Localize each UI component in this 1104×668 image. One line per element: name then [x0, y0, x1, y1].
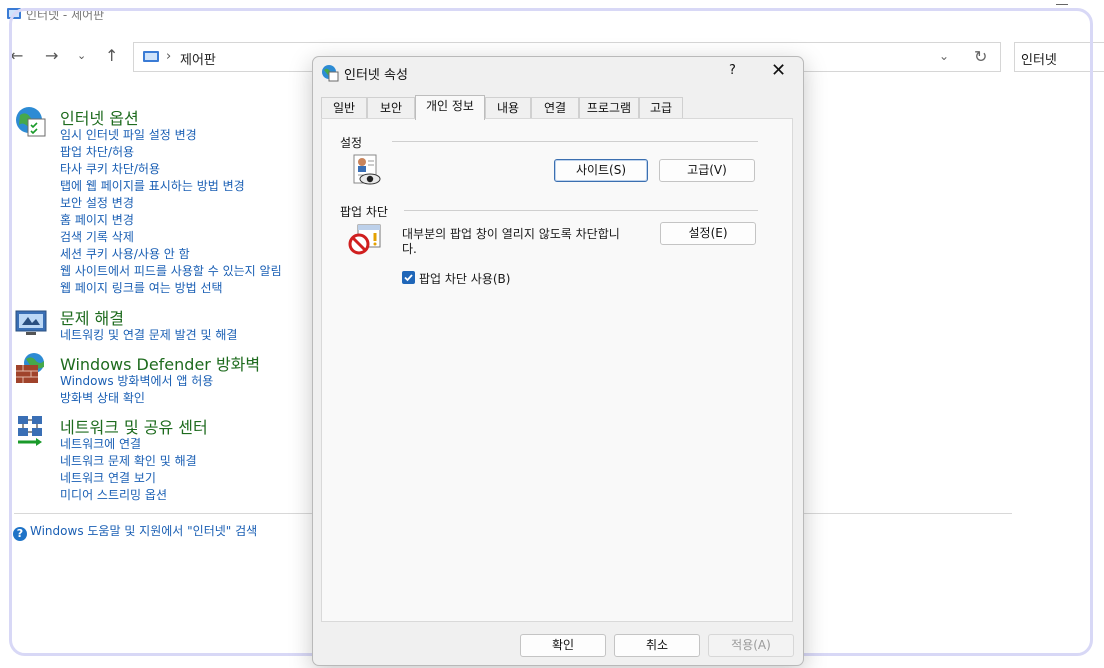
- section-title[interactable]: 문제 해결: [60, 305, 124, 329]
- link-third-party-cookies[interactable]: 타사 쿠키 차단/허용: [60, 161, 282, 178]
- advanced-button[interactable]: 고급(V): [659, 159, 755, 182]
- section-title[interactable]: 네트워크 및 공유 센터: [60, 414, 208, 438]
- search-value[interactable]: 인터넷: [1021, 49, 1057, 68]
- tab-programs[interactable]: 프로그램: [579, 97, 639, 118]
- minimize-button[interactable]: [1056, 4, 1068, 15]
- cancel-button[interactable]: 취소: [614, 634, 700, 657]
- section-links: 네트워크에 연결 네트워크 문제 확인 및 해결 네트워크 연결 보기 미디어 …: [60, 436, 197, 504]
- section-title[interactable]: 인터넷 옵션: [60, 105, 139, 129]
- section-title[interactable]: Windows Defender 방화벽: [60, 351, 260, 375]
- link-connect-network[interactable]: 네트워크에 연결: [60, 436, 197, 453]
- link-temp-files[interactable]: 임시 인터넷 파일 설정 변경: [60, 127, 282, 144]
- internet-properties-dialog: 인터넷 속성 ? ✕ 일반 보안 개인 정보 내용 연결 프로그램 고급 설정 …: [312, 56, 804, 666]
- link-firewall-status[interactable]: 방화벽 상태 확인: [60, 390, 213, 407]
- tab-advanced[interactable]: 고급: [639, 97, 683, 118]
- address-path[interactable]: 제어판: [180, 49, 216, 68]
- ok-button[interactable]: 확인: [520, 634, 606, 657]
- section-links: 임시 인터넷 파일 설정 변경 팝업 차단/허용 타사 쿠키 차단/허용 탭에 …: [60, 127, 282, 297]
- section-links: Windows 방화벽에서 앱 허용 방화벽 상태 확인: [60, 373, 213, 407]
- help-link-text[interactable]: Windows 도움말 및 지원에서 "인터넷" 검색: [30, 524, 257, 538]
- popup-description: 대부분의 팝업 창이 열리지 않도록 차단합니다.: [402, 227, 620, 256]
- link-network-troubleshoot[interactable]: 네트워킹 및 연결 문제 발견 및 해결: [60, 327, 237, 344]
- group-divider: [404, 210, 758, 211]
- privacy-tab-panel: 설정 사이트(S) 고급(V) 팝업 차단 대부분의 팝업 창이 열리지 않도록…: [321, 118, 793, 622]
- tab-connections[interactable]: 연결: [531, 97, 579, 118]
- tab-general[interactable]: 일반: [321, 97, 367, 118]
- control-panel-icon: [7, 8, 21, 19]
- back-arrow-icon[interactable]: ←: [10, 48, 23, 64]
- help-icon: ?: [13, 527, 27, 541]
- apply-button[interactable]: 적용(A): [708, 634, 794, 657]
- sites-button[interactable]: 사이트(S): [554, 159, 648, 182]
- firewall-icon: [16, 353, 44, 383]
- window-title: 인터넷 - 제어판: [26, 8, 105, 22]
- checkmark-icon: [404, 274, 413, 282]
- close-button[interactable]: ✕: [771, 60, 786, 81]
- forward-arrow-icon[interactable]: →: [45, 48, 58, 64]
- settings-group-label: 설정: [340, 136, 363, 150]
- link-delete-history[interactable]: 검색 기록 삭제: [60, 229, 282, 246]
- recent-chevron-icon[interactable]: ⌄: [77, 48, 86, 64]
- group-divider: [392, 141, 758, 142]
- link-network-connections[interactable]: 네트워크 연결 보기: [60, 470, 197, 487]
- internet-options-icon: [16, 107, 46, 137]
- control-panel-icon: [143, 51, 159, 62]
- address-dropdown-icon[interactable]: ⌄: [939, 49, 949, 63]
- tab-security[interactable]: 보안: [367, 97, 415, 118]
- dialog-title: 인터넷 속성: [344, 68, 408, 83]
- popup-blocker-label[interactable]: 팝업 차단 사용(B): [419, 270, 510, 287]
- privacy-eye-icon: [353, 154, 381, 185]
- link-allow-app[interactable]: Windows 방화벽에서 앱 허용: [60, 373, 213, 390]
- tab-privacy[interactable]: 개인 정보: [415, 95, 485, 120]
- up-arrow-icon[interactable]: ↑: [105, 48, 118, 64]
- popup-settings-button[interactable]: 설정(E): [660, 222, 756, 245]
- link-tab-display[interactable]: 탭에 웹 페이지를 표시하는 방법 변경: [60, 178, 282, 195]
- link-home-page[interactable]: 홈 페이지 변경: [60, 212, 282, 229]
- refresh-icon[interactable]: ↻: [974, 47, 987, 66]
- link-feed-notify[interactable]: 웹 사이트에서 피드를 사용할 수 있는지 알림: [60, 263, 282, 280]
- search-input[interactable]: 인터넷: [1014, 42, 1104, 72]
- link-media-streaming[interactable]: 미디어 스트리밍 옵션: [60, 487, 197, 504]
- internet-options-icon: [322, 65, 339, 82]
- link-popup-block[interactable]: 팝업 차단/허용: [60, 144, 282, 161]
- path-separator: ›: [166, 49, 172, 64]
- link-network-problems[interactable]: 네트워크 문제 확인 및 해결: [60, 453, 197, 470]
- network-center-icon: [18, 416, 42, 446]
- section-links: 네트워킹 및 연결 문제 발견 및 해결: [60, 327, 237, 344]
- link-session-cookies[interactable]: 세션 쿠키 사용/사용 안 함: [60, 246, 282, 263]
- help-link[interactable]: ? Windows 도움말 및 지원에서 "인터넷" 검색: [13, 522, 257, 541]
- help-button[interactable]: ?: [729, 63, 736, 78]
- popup-group-label: 팝업 차단: [340, 205, 388, 219]
- link-security-settings[interactable]: 보안 설정 변경: [60, 195, 282, 212]
- popup-blocker-checkbox[interactable]: [402, 271, 415, 284]
- link-open-links[interactable]: 웹 페이지 링크를 여는 방법 선택: [60, 280, 282, 297]
- troubleshooting-icon: [15, 310, 47, 335]
- tab-content[interactable]: 내용: [485, 97, 531, 118]
- popup-blocker-icon: [348, 224, 381, 255]
